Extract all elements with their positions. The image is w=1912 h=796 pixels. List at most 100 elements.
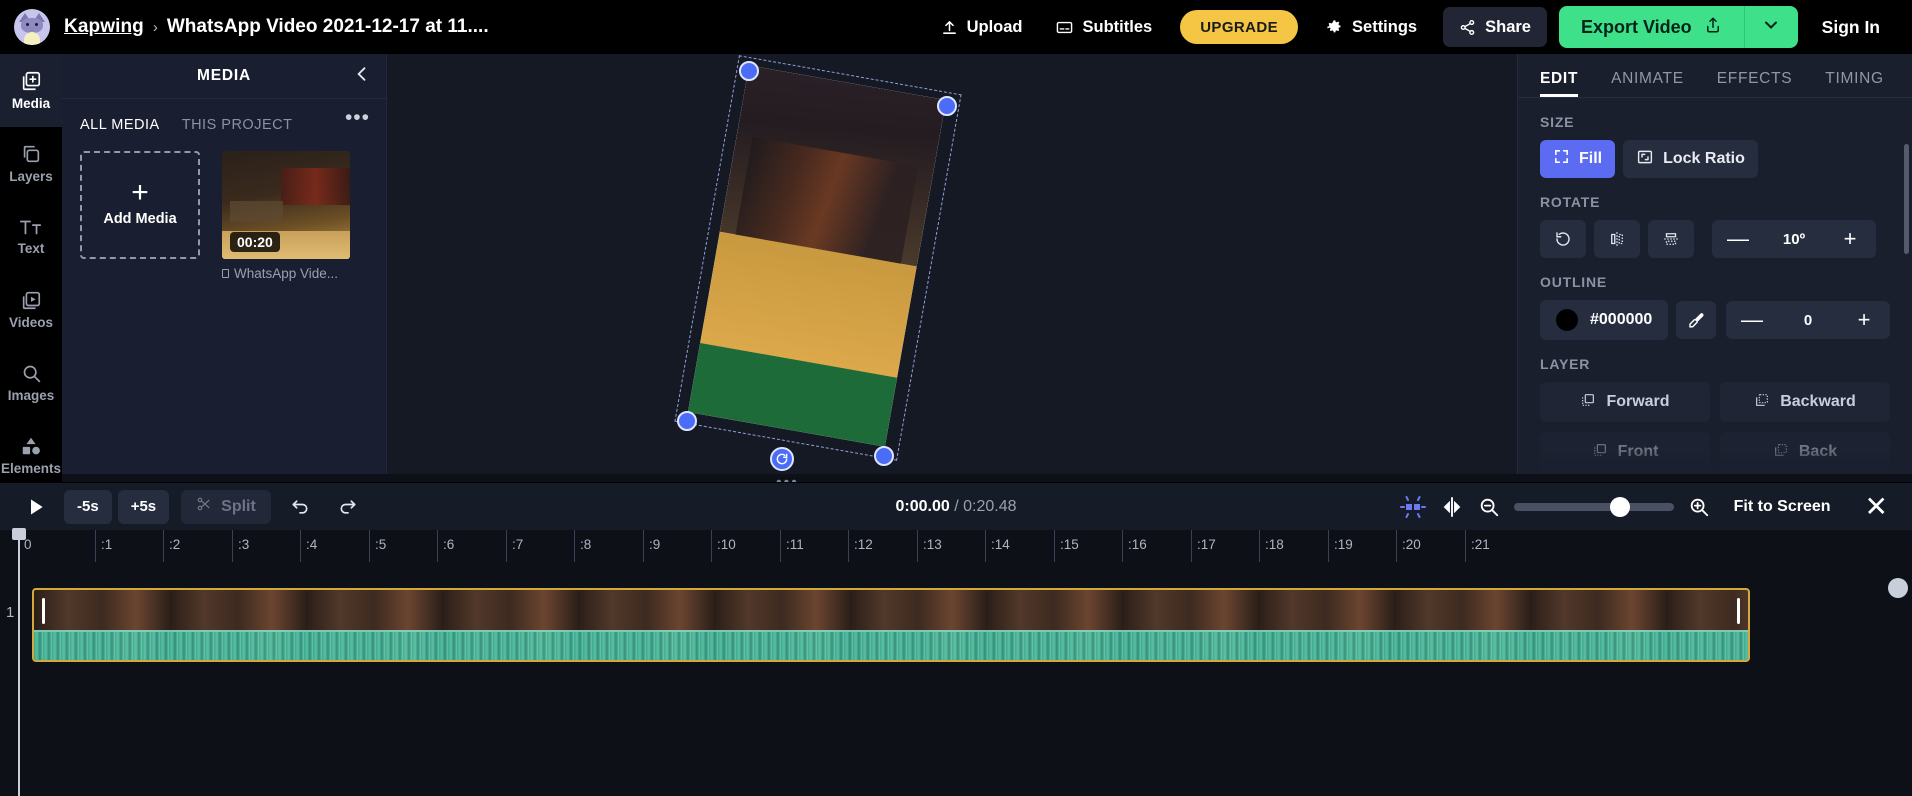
ruler-tick: :15: [1054, 530, 1079, 562]
sidebar-item-label: Videos: [8, 315, 54, 330]
sidebar-item-videos[interactable]: Videos: [0, 273, 62, 346]
resize-handle-bottom-left[interactable]: [677, 411, 697, 431]
sidebar-item-images[interactable]: Images: [0, 346, 62, 419]
resize-handle-top[interactable]: [739, 61, 759, 81]
media-grid: + Add Media 00:20 WhatsApp Vide...: [62, 133, 386, 281]
rotate-cw-icon[interactable]: [1540, 220, 1586, 258]
clip-trim-handle-right[interactable]: [1737, 598, 1740, 624]
fit-to-screen-button[interactable]: Fit to Screen: [1724, 498, 1841, 516]
plus-icon: +: [131, 176, 149, 209]
layer-forward-button[interactable]: Forward: [1540, 382, 1710, 422]
export-options-caret[interactable]: [1743, 6, 1798, 48]
sidebar-item-label: Media: [11, 96, 51, 111]
play-button[interactable]: [14, 487, 58, 527]
forward-5s-button[interactable]: +5s: [117, 489, 170, 524]
upload-button[interactable]: Upload: [925, 7, 1039, 47]
tab-this-project[interactable]: THIS PROJECT: [182, 117, 293, 133]
lock-ratio-button[interactable]: Lock Ratio: [1623, 140, 1758, 178]
outline-decrease-button[interactable]: —: [1726, 301, 1778, 339]
resize-handle-bottom-right[interactable]: [874, 446, 894, 466]
export-video-button[interactable]: Export Video: [1558, 6, 1744, 48]
snap-toggle-icon[interactable]: [1399, 494, 1426, 520]
layer-controls-row-2: Front Back: [1540, 432, 1890, 472]
zoom-slider-handle[interactable]: [1609, 496, 1630, 517]
media-duration-badge: 00:20: [230, 232, 280, 252]
outline-color-value: #000000: [1590, 311, 1653, 328]
layer-controls-row-1: Forward Backward: [1540, 382, 1890, 422]
video-layer[interactable]: [687, 65, 947, 447]
fill-button[interactable]: Fill: [1540, 140, 1616, 178]
timeline-clip[interactable]: [32, 588, 1750, 662]
flip-horizontal-icon[interactable]: [1594, 220, 1640, 258]
clip-trim-handle-left[interactable]: [42, 598, 45, 624]
zoom-slider[interactable]: [1513, 496, 1674, 517]
eyedropper-icon[interactable]: [1676, 301, 1716, 339]
media-item-name-row: WhatsApp Vide...: [222, 266, 350, 281]
redo-icon[interactable]: [329, 490, 367, 524]
sidebar-item-text[interactable]: Text: [0, 200, 62, 273]
top-bar: Kapwing › WhatsApp Video 2021-12-17 at 1…: [0, 0, 1912, 54]
project-title[interactable]: WhatsApp Video 2021-12-17 at 11....: [167, 16, 489, 38]
rotate-section-label: ROTATE: [1540, 194, 1601, 210]
fit-width-icon[interactable]: [1440, 495, 1464, 519]
layer-front-button[interactable]: Front: [1540, 432, 1710, 472]
file-icon: [222, 269, 229, 278]
layer-back-label: Back: [1798, 443, 1838, 460]
zoom-in-icon[interactable]: [1688, 496, 1710, 518]
media-thumbnail[interactable]: 00:20: [222, 151, 350, 259]
properties-scrollbar[interactable]: [1904, 144, 1909, 254]
split-button[interactable]: Split: [181, 489, 271, 524]
sidebar-item-label: Images: [7, 387, 55, 403]
sign-in-button[interactable]: Sign In: [1798, 17, 1898, 38]
close-timeline-button[interactable]: ✕: [1855, 492, 1898, 521]
outline-section-label: OUTLINE: [1540, 274, 1608, 290]
layer-section-label: LAYER: [1540, 356, 1591, 372]
tab-edit[interactable]: EDIT: [1540, 70, 1579, 97]
upgrade-button[interactable]: UPGRADE: [1180, 10, 1299, 44]
media-panel-title: MEDIA: [197, 67, 251, 84]
rotate-value[interactable]: 10º: [1764, 231, 1824, 248]
zoom-out-icon[interactable]: [1478, 496, 1500, 518]
share-label: Share: [1485, 17, 1531, 36]
settings-button[interactable]: Settings: [1310, 7, 1433, 47]
rotate-increase-button[interactable]: +: [1824, 220, 1876, 258]
tab-timing[interactable]: TIMING: [1825, 70, 1883, 97]
layer-front-label: Front: [1617, 443, 1659, 460]
ruler-tick: :17: [1191, 530, 1216, 562]
avatar[interactable]: [14, 9, 50, 45]
layer-back-button[interactable]: Back: [1720, 432, 1890, 472]
media-item[interactable]: 00:20 WhatsApp Vide...: [222, 151, 350, 281]
sidebar-item-media[interactable]: Media: [0, 54, 62, 127]
timeline-scroll-right-button[interactable]: [1888, 578, 1908, 598]
tab-animate[interactable]: ANIMATE: [1611, 70, 1684, 97]
brand-link[interactable]: Kapwing: [64, 16, 144, 38]
media-overflow-menu[interactable]: •••: [345, 107, 370, 128]
share-button[interactable]: Share: [1443, 7, 1547, 47]
videos-icon: [20, 289, 42, 311]
rotate-decrease-button[interactable]: —: [1712, 220, 1764, 258]
rotate-handle-icon[interactable]: [770, 447, 794, 471]
ruler-tick: :14: [985, 530, 1010, 562]
tab-effects[interactable]: EFFECTS: [1717, 70, 1793, 97]
undo-icon[interactable]: [281, 490, 319, 524]
outline-width-value[interactable]: 0: [1778, 312, 1838, 329]
add-media-button[interactable]: + Add Media: [80, 151, 200, 259]
canvas-area[interactable]: •••: [387, 54, 1517, 491]
collapse-panel-icon[interactable]: [352, 64, 372, 89]
layer-backward-button[interactable]: Backward: [1720, 382, 1890, 422]
resize-handle-top-right[interactable]: [937, 96, 957, 116]
subtitles-icon: [1055, 19, 1074, 36]
ruler-tick: :10: [711, 530, 736, 562]
back-5s-button[interactable]: -5s: [64, 489, 112, 524]
outline-color-field[interactable]: #000000: [1540, 300, 1669, 340]
playhead[interactable]: [18, 530, 20, 796]
sidebar-item-layers[interactable]: Layers: [0, 127, 62, 200]
settings-label: Settings: [1352, 17, 1418, 36]
flip-vertical-icon[interactable]: [1648, 220, 1694, 258]
tab-all-media[interactable]: ALL MEDIA: [80, 117, 160, 133]
subtitles-label: Subtitles: [1082, 17, 1153, 36]
subtitles-button[interactable]: Subtitles: [1039, 7, 1169, 47]
outline-increase-button[interactable]: +: [1838, 301, 1890, 339]
timeline-ruler[interactable]: 0 :1 :2 :3 :4 :5 :6 :7 :8 :9 :10 :11 :12…: [0, 530, 1912, 562]
lock-ratio-icon: [1636, 148, 1654, 171]
